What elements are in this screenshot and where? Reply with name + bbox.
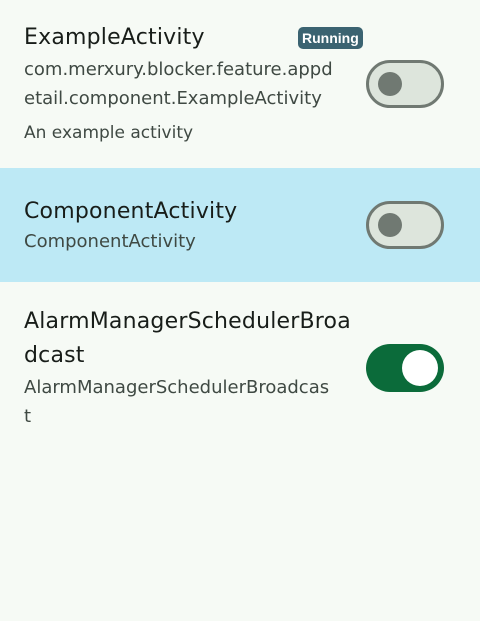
running-badge: Running: [298, 27, 363, 49]
switch-thumb: [378, 72, 402, 96]
component-package-line1: com.merxury.blocker.feature.appd: [24, 59, 333, 80]
component-toggle-switch[interactable]: [366, 201, 444, 249]
component-package-line1: AlarmManagerSchedulerBroadcas: [24, 377, 330, 398]
component-name: ComponentActivity: [24, 199, 238, 224]
component-list: ExampleActivity Running com.merxury.bloc…: [0, 0, 480, 621]
component-item-example-activity[interactable]: ExampleActivity Running com.merxury.bloc…: [0, 0, 480, 168]
component-description: An example activity: [24, 123, 194, 143]
component-package-line1: ComponentActivity: [24, 231, 196, 252]
component-item-alarm-manager-scheduler-broadcast[interactable]: AlarmManagerSchedulerBroa dcast AlarmMan…: [0, 282, 480, 442]
component-name-line1: AlarmManagerSchedulerBroa: [24, 309, 351, 334]
component-name-line2: dcast: [24, 343, 85, 368]
component-package-line2: etail.component.ExampleActivity: [24, 88, 322, 109]
component-toggle-switch[interactable]: [366, 344, 444, 392]
component-toggle-switch[interactable]: [366, 60, 444, 108]
switch-thumb: [402, 350, 438, 386]
switch-thumb: [378, 213, 402, 237]
component-item-component-activity[interactable]: ComponentActivity ComponentActivity: [0, 168, 480, 282]
component-package-line2: t: [24, 406, 32, 427]
component-name: ExampleActivity: [24, 25, 205, 50]
